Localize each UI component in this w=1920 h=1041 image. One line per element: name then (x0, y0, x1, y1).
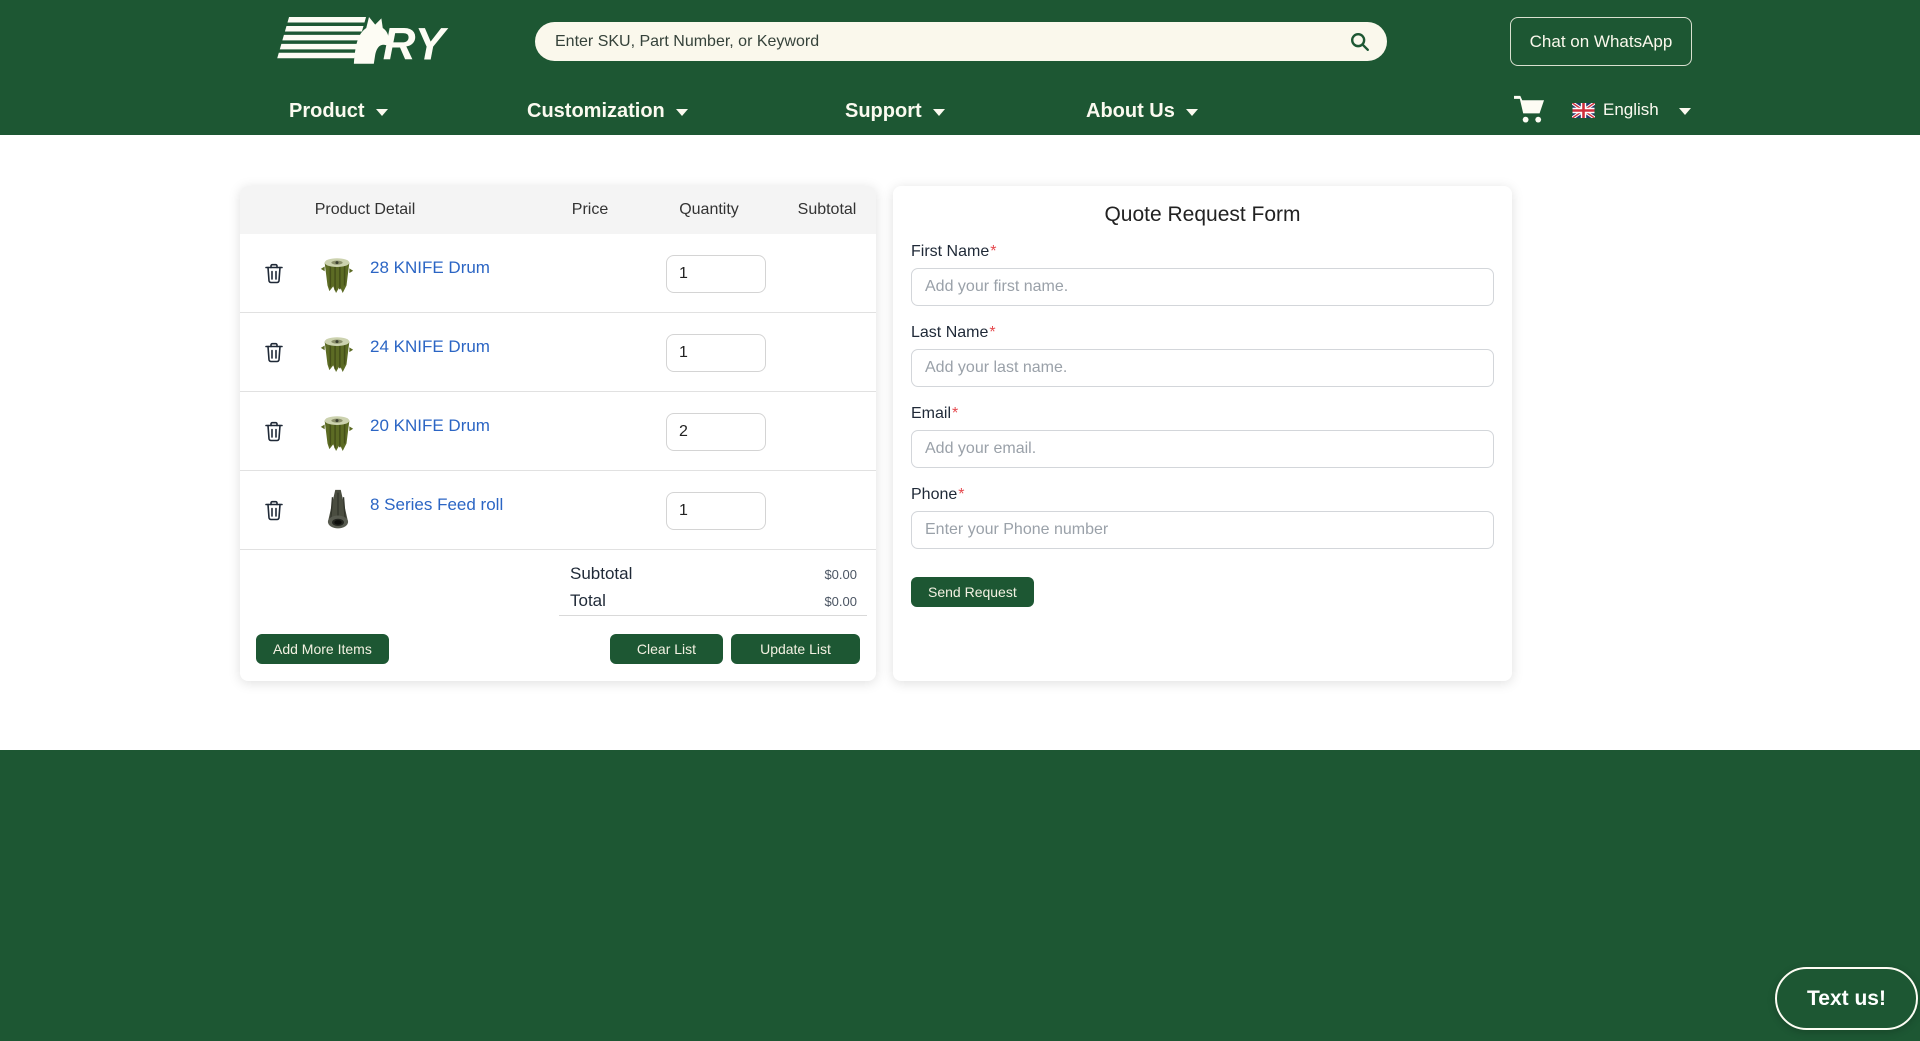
first-name-field[interactable] (911, 268, 1494, 306)
trash-icon[interactable] (265, 500, 283, 521)
column-quantity: Quantity (659, 186, 759, 234)
product-link[interactable]: 8 Series Feed roll (370, 495, 503, 515)
required-asterisk: * (958, 486, 964, 503)
phone-label: Phone* (911, 485, 1494, 505)
search-input[interactable] (555, 33, 1349, 51)
product-link[interactable]: 28 KNIFE Drum (370, 258, 490, 278)
cart-rows: 28 KNIFE Drum (240, 234, 876, 550)
quote-request-panel: Quote Request Form First Name* Last Name… (893, 186, 1512, 681)
cart-icon[interactable] (1513, 94, 1546, 124)
text-us-button[interactable]: Text us! (1775, 967, 1918, 1030)
header: RY Chat on WhatsApp Product Customizatio… (0, 0, 1920, 135)
chevron-down-icon (1186, 109, 1198, 116)
add-more-items-button[interactable]: Add More Items (256, 634, 389, 664)
language-label: English (1603, 100, 1659, 120)
cart-summary: Subtotal $0.00 Total $0.00 (240, 550, 876, 614)
chat-whatsapp-button[interactable]: Chat on WhatsApp (1510, 17, 1692, 66)
quantity-input[interactable] (666, 492, 766, 530)
column-product-detail: Product Detail (285, 186, 445, 234)
subtotal-value: $0.00 (824, 567, 857, 582)
nav-customization-label: Customization (527, 100, 665, 123)
nav-product-label: Product (289, 100, 365, 123)
footer: RY About Company Our Team Careers News S… (0, 750, 1920, 1041)
search-bar (535, 22, 1387, 61)
quantity-input[interactable] (666, 334, 766, 372)
language-selector[interactable]: English (1572, 96, 1691, 124)
subtotal-label: Subtotal (570, 564, 632, 584)
product-link[interactable]: 20 KNIFE Drum (370, 416, 490, 436)
first-name-group: First Name* (911, 242, 1494, 306)
trash-icon[interactable] (265, 263, 283, 284)
product-image-feed-roll (322, 488, 354, 532)
column-price: Price (540, 186, 640, 234)
cart-table-header: Product Detail Price Quantity Subtotal (240, 186, 876, 234)
cart-row: 28 KNIFE Drum (240, 234, 876, 313)
column-subtotal: Subtotal (777, 186, 877, 234)
chevron-down-icon (676, 109, 688, 116)
product-link[interactable]: 24 KNIFE Drum (370, 337, 490, 357)
required-asterisk: * (989, 324, 995, 341)
quote-form-title: Quote Request Form (911, 203, 1494, 227)
required-asterisk: * (990, 243, 996, 260)
product-image-knife-drum (318, 411, 356, 455)
chevron-down-icon (1679, 108, 1691, 115)
last-name-field[interactable] (911, 349, 1494, 387)
total-label: Total (570, 591, 606, 611)
last-name-group: Last Name* (911, 323, 1494, 387)
brand-logo-icon[interactable]: RY (237, 10, 457, 68)
cart-actions: Add More Items Clear List Update List (240, 634, 876, 664)
nav-support[interactable]: Support (845, 96, 945, 126)
cart-row: 20 KNIFE Drum (240, 392, 876, 471)
nav-customization[interactable]: Customization (527, 96, 688, 126)
phone-field[interactable] (911, 511, 1494, 549)
trash-icon[interactable] (265, 421, 283, 442)
nav-product[interactable]: Product (289, 96, 388, 126)
nav-support-label: Support (845, 100, 922, 123)
svg-text:RY: RY (383, 19, 449, 68)
cart-panel: Product Detail Price Quantity Subtotal (240, 186, 876, 681)
required-asterisk: * (952, 405, 958, 422)
page: RY Chat on WhatsApp Product Customizatio… (0, 0, 1920, 1041)
product-image-knife-drum (318, 253, 356, 297)
chevron-down-icon (376, 109, 388, 116)
nav-about-us[interactable]: About Us (1086, 96, 1198, 126)
product-image-knife-drum (318, 332, 356, 376)
trash-icon[interactable] (265, 342, 283, 363)
phone-group: Phone* (911, 485, 1494, 549)
cart-row: 8 Series Feed roll (240, 471, 876, 550)
nav-about-us-label: About Us (1086, 100, 1175, 123)
chevron-down-icon (933, 109, 945, 116)
search-icon[interactable] (1349, 31, 1371, 53)
uk-flag-icon (1572, 103, 1595, 118)
total-value: $0.00 (824, 594, 857, 609)
cart-row: 24 KNIFE Drum (240, 313, 876, 392)
email-field[interactable] (911, 430, 1494, 468)
email-label: Email* (911, 404, 1494, 424)
send-request-button[interactable]: Send Request (911, 577, 1034, 607)
last-name-label: Last Name* (911, 323, 1494, 343)
update-list-button[interactable]: Update List (731, 634, 860, 664)
quantity-input[interactable] (666, 255, 766, 293)
summary-divider (559, 615, 867, 616)
quantity-input[interactable] (666, 413, 766, 451)
email-group: Email* (911, 404, 1494, 468)
first-name-label: First Name* (911, 242, 1494, 262)
clear-list-button[interactable]: Clear List (610, 634, 723, 664)
